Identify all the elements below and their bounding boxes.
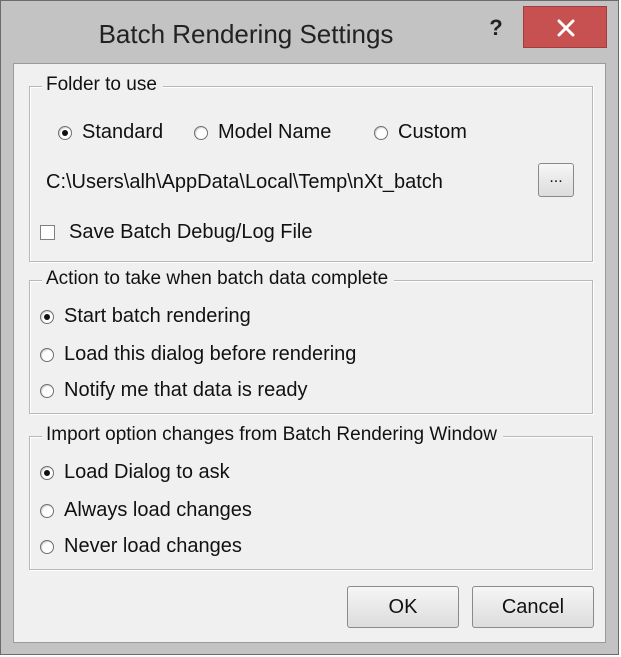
folder-group: Folder to use Standard Model Name Custom… xyxy=(29,74,593,262)
close-button[interactable] xyxy=(523,6,607,48)
radio-always-load-label: Always load changes xyxy=(64,499,252,521)
radio-always-load[interactable]: Always load changes xyxy=(40,499,252,522)
radio-always-load-button[interactable] xyxy=(40,503,54,518)
dialog-title: Batch Rendering Settings xyxy=(98,19,394,49)
save-log-check-box[interactable] xyxy=(40,225,55,240)
dialog-window: Batch Rendering Settings ? Folder to use… xyxy=(0,0,619,655)
cancel-button[interactable]: Cancel xyxy=(472,586,594,628)
action-group: Action to take when batch data complete … xyxy=(29,268,593,414)
save-log-checkbox[interactable]: Save Batch Debug/Log File xyxy=(40,221,313,244)
radio-start-rendering-button[interactable] xyxy=(40,309,54,324)
radio-custom[interactable]: Custom xyxy=(374,121,467,144)
radio-never-load-button[interactable] xyxy=(40,539,54,554)
help-button[interactable]: ? xyxy=(479,13,513,43)
radio-never-load-label: Never load changes xyxy=(64,535,242,557)
radio-custom-button[interactable] xyxy=(374,125,388,140)
radio-start-rendering-label: Start batch rendering xyxy=(64,305,251,327)
close-icon xyxy=(557,19,575,37)
radio-load-dialog-ask-label: Load Dialog to ask xyxy=(64,461,230,483)
action-group-legend: Action to take when batch data complete xyxy=(42,268,395,290)
import-group: Import option changes from Batch Renderi… xyxy=(29,424,593,570)
radio-notify-ready-label: Notify me that data is ready xyxy=(64,379,308,401)
radio-model-name-button[interactable] xyxy=(194,125,208,140)
batch-folder-path: C:\Users\alh\AppData\Local\Temp\nXt_batc… xyxy=(46,171,443,193)
radio-load-dialog-button[interactable] xyxy=(40,347,54,362)
radio-notify-ready[interactable]: Notify me that data is ready xyxy=(40,379,307,402)
radio-load-dialog-ask[interactable]: Load Dialog to ask xyxy=(40,461,230,484)
import-group-legend: Import option changes from Batch Renderi… xyxy=(42,424,503,446)
radio-model-name[interactable]: Model Name xyxy=(194,121,331,144)
radio-never-load[interactable]: Never load changes xyxy=(40,535,242,558)
radio-load-dialog-ask-button[interactable] xyxy=(40,465,54,480)
radio-standard-button[interactable] xyxy=(58,125,72,140)
radio-notify-ready-button[interactable] xyxy=(40,383,54,398)
dialog-body: Folder to use Standard Model Name Custom… xyxy=(13,63,606,643)
radio-standard-label: Standard xyxy=(82,121,164,143)
radio-load-dialog[interactable]: Load this dialog before rendering xyxy=(40,343,356,366)
radio-model-name-label: Model Name xyxy=(218,121,332,143)
save-log-label: Save Batch Debug/Log File xyxy=(69,221,313,243)
radio-start-rendering[interactable]: Start batch rendering xyxy=(40,305,251,328)
radio-load-dialog-label: Load this dialog before rendering xyxy=(64,343,357,365)
radio-custom-label: Custom xyxy=(398,121,467,143)
folder-group-legend: Folder to use xyxy=(42,74,163,96)
browse-button[interactable]: ... xyxy=(538,163,574,197)
radio-standard[interactable]: Standard xyxy=(58,121,163,144)
ok-button[interactable]: OK xyxy=(347,586,459,628)
